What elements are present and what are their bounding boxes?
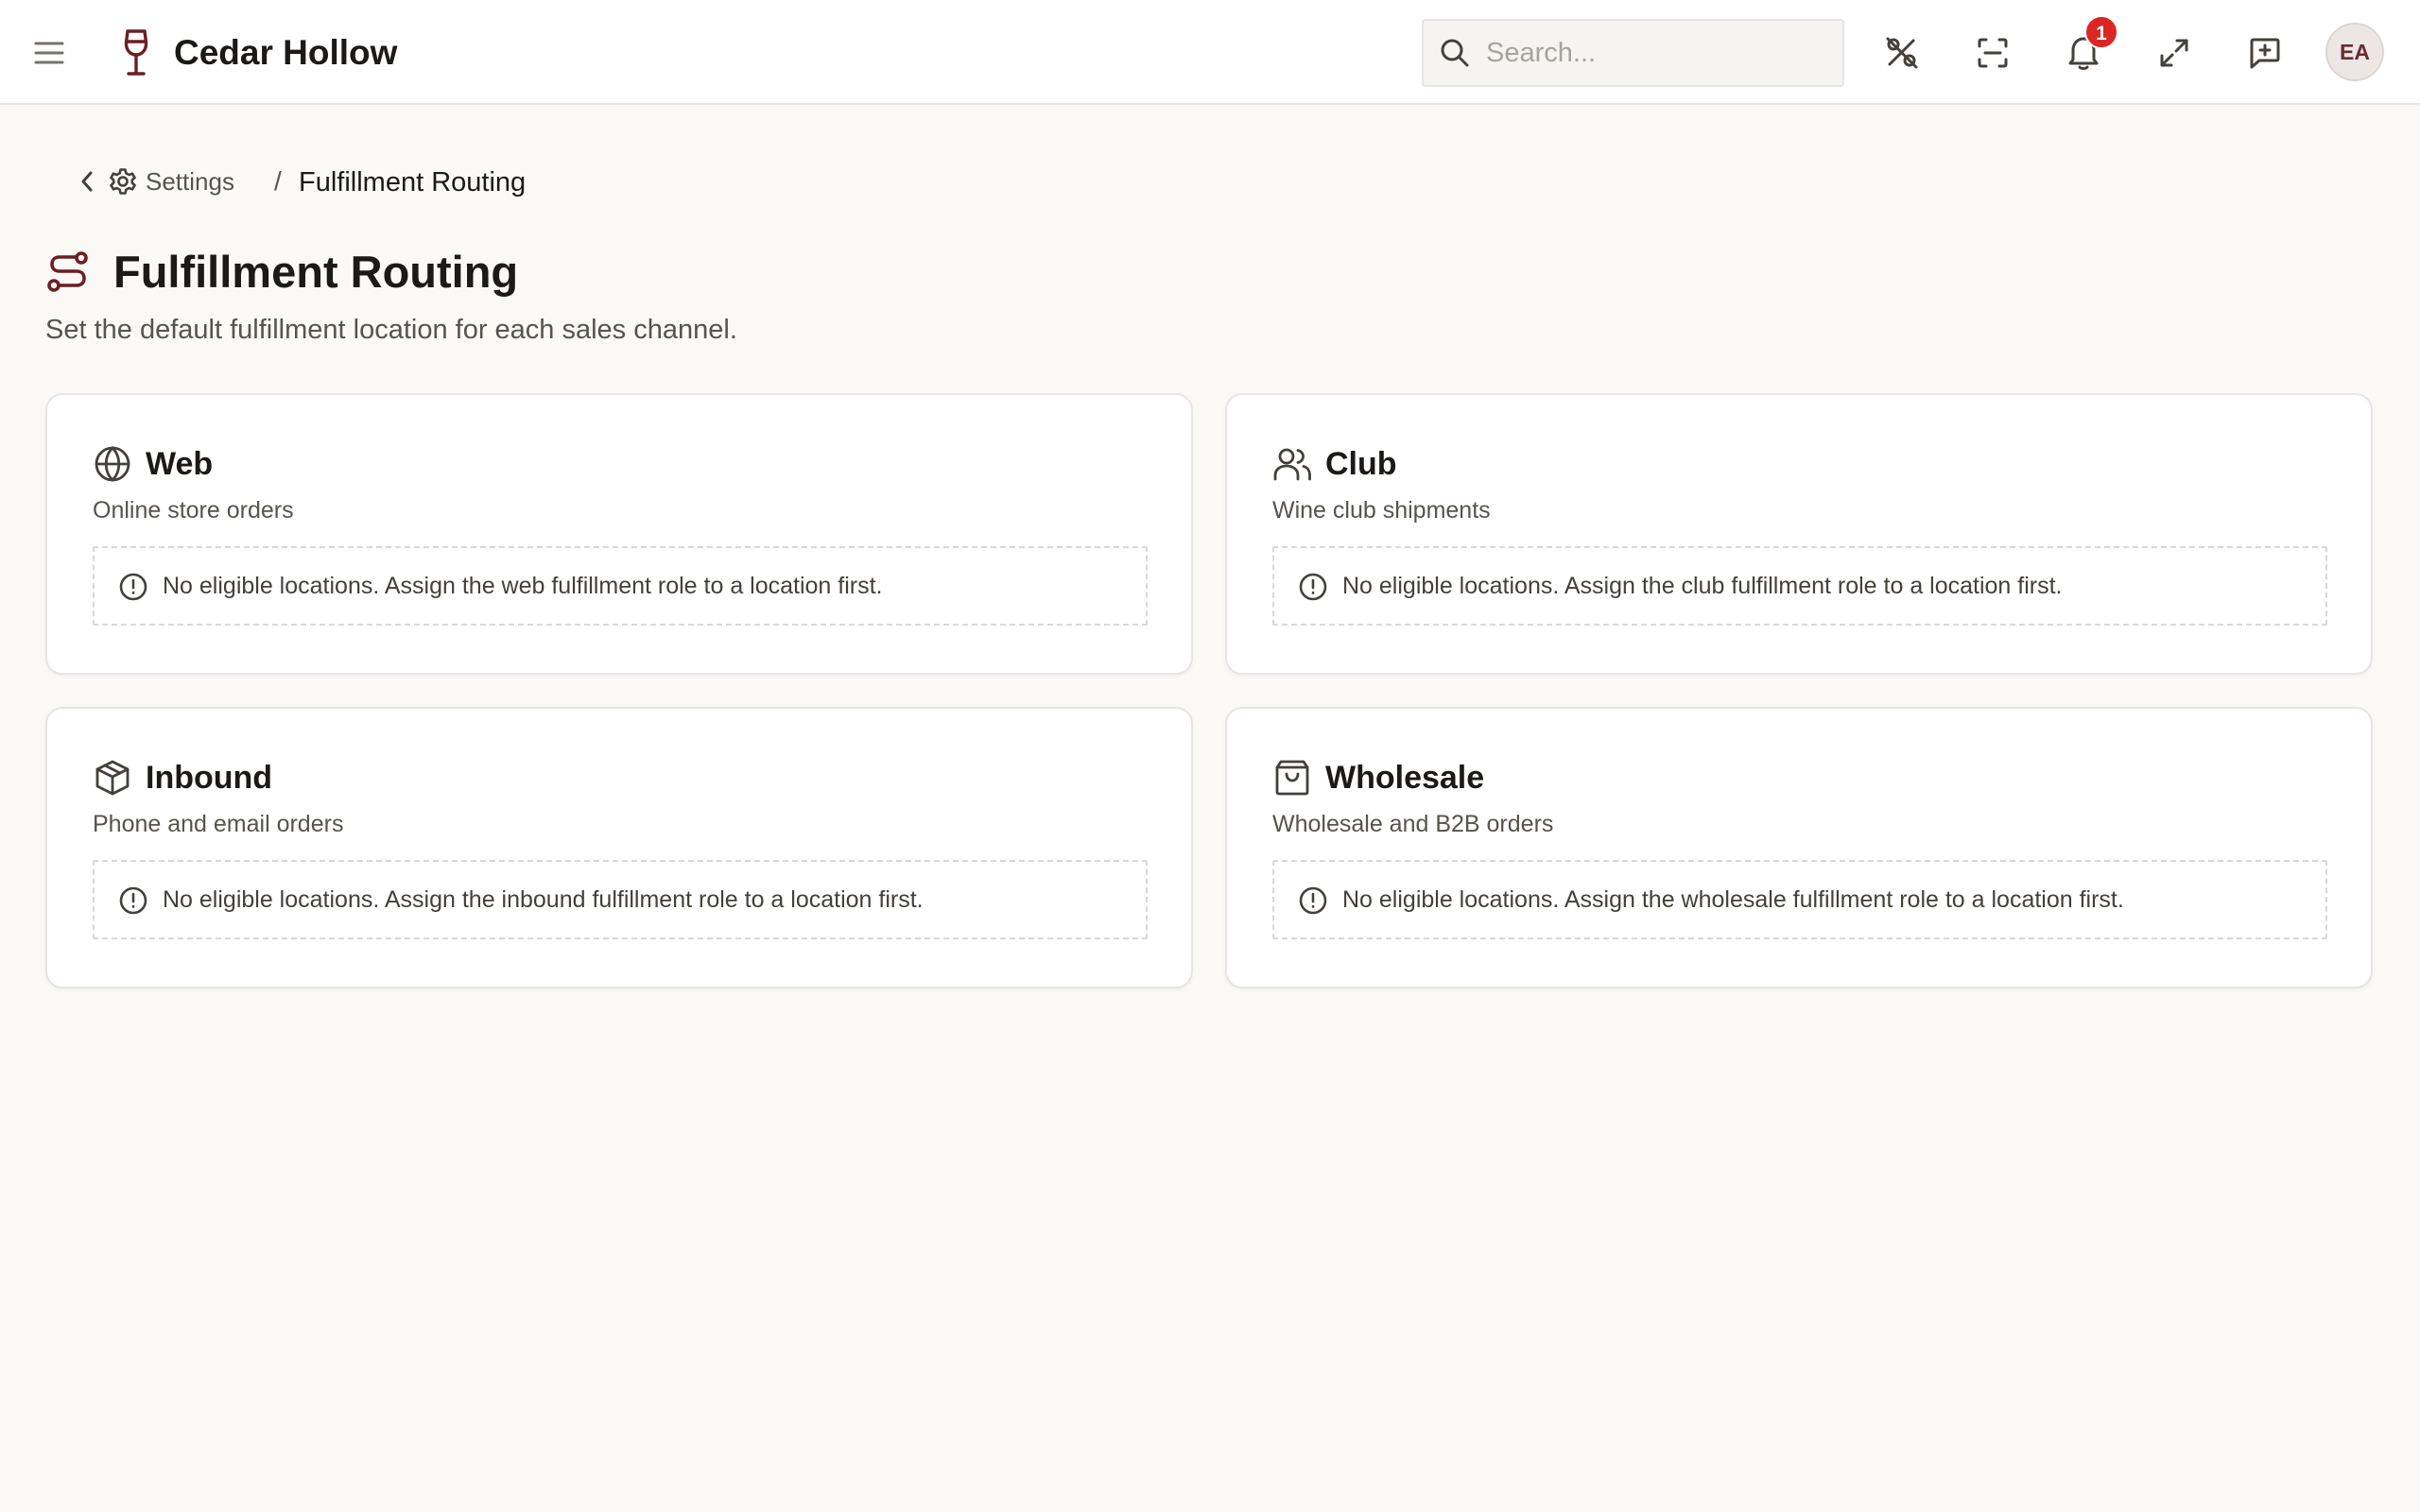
channel-description: Online store orders: [93, 497, 294, 524]
notice-text: No eligible locations. Assign the wholes…: [1342, 886, 2124, 913]
percent-slash-icon[interactable]: [1879, 30, 1925, 76]
route-icon: [45, 249, 91, 295]
package-icon: [93, 758, 132, 798]
page-title: Fulfillment Routing: [113, 247, 519, 297]
globe-icon: [93, 444, 132, 484]
breadcrumb-settings-link[interactable]: Settings: [146, 164, 234, 198]
chevron-left-icon[interactable]: [72, 166, 102, 197]
page-subtitle: Set the default fulfillment location for…: [45, 315, 737, 345]
channel-card-inbound: Inbound Phone and email orders No eligib…: [45, 707, 1193, 988]
alert-circle-icon: [117, 885, 149, 917]
channel-title: Inbound: [146, 760, 273, 796]
message-plus-icon[interactable]: [2242, 30, 2288, 76]
alert-circle-icon: [117, 571, 149, 603]
channel-description: Phone and email orders: [93, 811, 344, 837]
users-icon: [1272, 444, 1312, 484]
top-bar: Cedar Hollow 1 EA: [0, 0, 2420, 105]
scan-icon[interactable]: [1970, 30, 2015, 76]
channel-description: Wholesale and B2B orders: [1272, 811, 1554, 837]
channel-card-wholesale: Wholesale Wholesale and B2B orders No el…: [1225, 707, 2373, 988]
empty-locations-notice: No eligible locations. Assign the wholes…: [1272, 860, 2327, 939]
alert-circle-icon: [1297, 885, 1329, 917]
shopping-bag-icon: [1272, 758, 1312, 798]
expand-icon[interactable]: [2152, 30, 2197, 76]
menu-icon[interactable]: [30, 34, 68, 72]
search-icon: [1424, 37, 1486, 69]
avatar[interactable]: EA: [2325, 23, 2384, 81]
empty-locations-notice: No eligible locations. Assign the club f…: [1272, 546, 2327, 626]
alert-circle-icon: [1297, 571, 1329, 603]
channel-card-club: Club Wine club shipments No eligible loc…: [1225, 393, 2373, 675]
channel-card-web: Web Online store orders No eligible loca…: [45, 393, 1193, 675]
wine-glass-icon: [119, 28, 153, 77]
channel-title: Web: [146, 446, 214, 482]
notification-badge: 1: [2084, 15, 2118, 49]
channel-title: Wholesale: [1325, 760, 1485, 796]
empty-locations-notice: No eligible locations. Assign the inboun…: [93, 860, 1148, 939]
notice-text: No eligible locations. Assign the web fu…: [163, 573, 883, 599]
notice-text: No eligible locations. Assign the inboun…: [163, 886, 924, 913]
channel-title: Club: [1325, 446, 1397, 482]
channel-description: Wine club shipments: [1272, 497, 1491, 524]
search-input[interactable]: [1486, 21, 1842, 85]
breadcrumb-current: Fulfillment Routing: [299, 167, 527, 198]
notice-text: No eligible locations. Assign the club f…: [1342, 573, 2063, 599]
breadcrumb-separator: /: [274, 166, 282, 196]
empty-locations-notice: No eligible locations. Assign the web fu…: [93, 546, 1148, 626]
search-box[interactable]: [1422, 19, 1844, 87]
app-name[interactable]: Cedar Hollow: [174, 28, 397, 77]
gear-icon: [108, 166, 138, 197]
